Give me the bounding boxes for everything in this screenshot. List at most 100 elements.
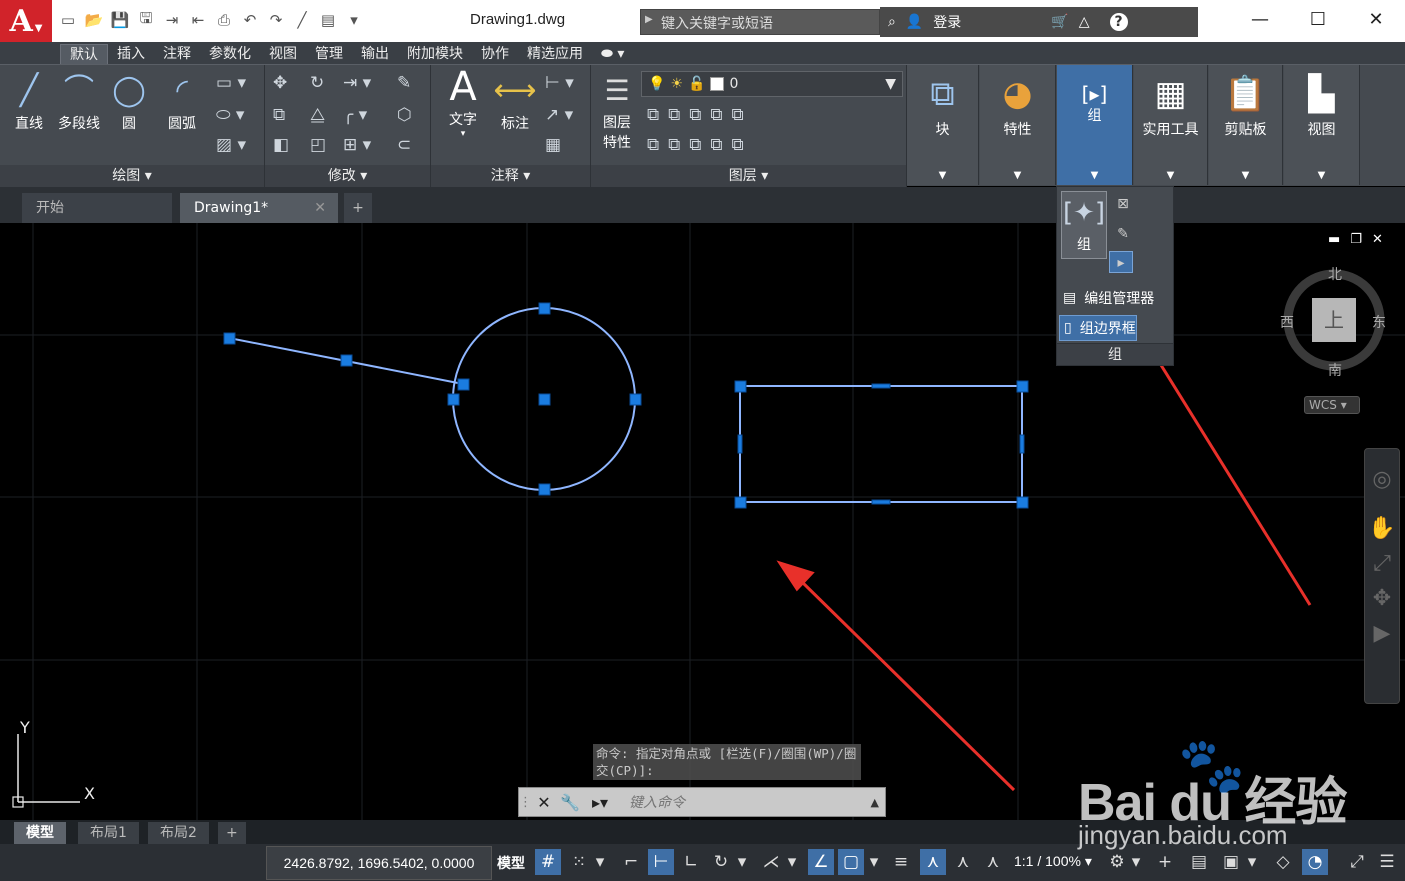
text-tool[interactable]: A 文字 ▾ bbox=[443, 65, 483, 139]
file-tab-drawing1[interactable]: Drawing1* ✕ bbox=[180, 193, 338, 223]
grip-circle-center[interactable] bbox=[538, 393, 551, 406]
viewcube-top-face[interactable]: 上 bbox=[1312, 298, 1356, 342]
tab-collaborate[interactable]: 协作 bbox=[472, 44, 518, 64]
chevron-down-icon[interactable]: ▾ bbox=[734, 849, 750, 875]
chevron-down-icon[interactable]: ▾ bbox=[1244, 849, 1260, 875]
new-tab-icon[interactable]: + bbox=[344, 193, 372, 223]
stretch-icon[interactable]: ◧ bbox=[273, 135, 289, 155]
annotation-visibility-icon[interactable]: ⋏ bbox=[920, 849, 946, 875]
grip-rect-br[interactable] bbox=[1016, 496, 1029, 509]
grip-rect-top-mid[interactable] bbox=[871, 383, 891, 389]
command-input[interactable] bbox=[629, 791, 849, 813]
modify-panel-title[interactable]: 修改 ▾ bbox=[265, 165, 430, 187]
binoculars-icon[interactable]: ⌕ bbox=[888, 14, 896, 30]
grip-rect-right-mid[interactable] bbox=[1019, 434, 1025, 454]
circle-tool[interactable]: ◯ 圆 bbox=[108, 69, 150, 133]
view-button[interactable]: ▙ 视图 ▼ bbox=[1284, 65, 1360, 185]
properties-button[interactable]: ◕ 特性 ▼ bbox=[980, 65, 1056, 185]
chevron-down-icon[interactable]: ▾ bbox=[866, 849, 882, 875]
ellipse-icon[interactable]: ⬭ ▾ bbox=[216, 105, 244, 125]
isodraft-icon[interactable]: ⋌ bbox=[758, 849, 784, 875]
file-tab-start[interactable]: 开始 bbox=[22, 193, 172, 223]
polar-tracking-icon[interactable]: ↻ bbox=[708, 849, 734, 875]
layer-dropdown[interactable]: 💡 ☀ 🔓 0 ▼ bbox=[641, 71, 903, 97]
layer-tools-row2-icon[interactable]: ⧉⧉⧉⧉⧉ bbox=[647, 135, 753, 155]
close-tab-icon[interactable]: ✕ bbox=[314, 193, 326, 223]
offset-icon[interactable]: ⊂ bbox=[397, 135, 411, 155]
plus-icon[interactable]: + bbox=[1152, 849, 1178, 875]
showmotion-icon[interactable]: ▶ bbox=[1365, 621, 1399, 646]
viewcube-north[interactable]: 北 bbox=[1328, 264, 1342, 284]
viewcube-south[interactable]: 南 bbox=[1328, 360, 1342, 380]
export-icon[interactable]: ⇤ bbox=[188, 9, 208, 31]
annotation-scale-icon[interactable]: ⋏ bbox=[980, 849, 1006, 875]
customize-qat-icon[interactable]: ▾ bbox=[344, 9, 364, 31]
layer-properties-tool[interactable]: ☰ 图层 特性 bbox=[595, 69, 639, 153]
wcs-dropdown[interactable]: WCS ▾ bbox=[1304, 396, 1360, 414]
recent-commands-icon[interactable]: ▲ bbox=[871, 796, 879, 809]
grip-line-end[interactable] bbox=[457, 378, 470, 391]
hatch-icon[interactable]: ▨ ▾ bbox=[216, 135, 246, 155]
object-snap-tracking-icon[interactable]: ∠ bbox=[808, 849, 834, 875]
chevron-down-icon[interactable]: ▾ bbox=[1128, 849, 1144, 875]
hardware-acceleration-icon[interactable]: ◔ bbox=[1302, 849, 1328, 875]
ortho-icon[interactable]: ∟ bbox=[678, 849, 704, 875]
mirror-icon[interactable]: ⧋ bbox=[310, 105, 325, 125]
tab-featured-apps[interactable]: 精选应用 bbox=[518, 44, 592, 64]
linear-dim-icon[interactable]: ⊢ ▾ bbox=[545, 73, 574, 93]
chevron-down-icon[interactable]: ▾ bbox=[784, 849, 800, 875]
wrench-icon[interactable]: 🔧 bbox=[557, 793, 583, 812]
new-icon[interactable]: ▭ bbox=[58, 9, 78, 31]
array-icon[interactable]: ⊞ ▾ bbox=[343, 135, 371, 155]
clipboard-button[interactable]: 📋 剪贴板 ▼ bbox=[1209, 65, 1283, 185]
leader-icon[interactable]: ↗ ▾ bbox=[545, 105, 573, 125]
login-link[interactable]: 登录 bbox=[933, 12, 961, 32]
trim-icon[interactable]: ⇥ ▾ bbox=[343, 73, 371, 93]
tab-manage[interactable]: 管理 bbox=[306, 44, 352, 64]
a360-icon[interactable]: △ bbox=[1079, 14, 1090, 30]
group-manager-button[interactable]: ▤ 编组管理器 bbox=[1059, 285, 1154, 311]
tab-parametric[interactable]: 参数化 bbox=[200, 44, 260, 64]
group-big-button[interactable]: [✦] 组 bbox=[1061, 191, 1107, 259]
lock-ui-icon[interactable]: ▣ bbox=[1218, 849, 1244, 875]
steering-wheel-icon[interactable]: ◎ bbox=[1365, 467, 1399, 492]
groups-button[interactable]: [▸] 组 ▼ bbox=[1057, 65, 1133, 185]
customize-menu-icon[interactable]: ☰ bbox=[1374, 849, 1400, 875]
gear-icon[interactable]: ⚙ bbox=[1104, 849, 1130, 875]
annotation-scale-dropdown[interactable]: 1:1 / 100% ▾ bbox=[1014, 853, 1092, 870]
move-icon[interactable]: ✥ bbox=[273, 73, 287, 93]
layer-tools-row1-icon[interactable]: ⧉⧉⧉⧉⧉ bbox=[647, 105, 753, 125]
workspace-icon[interactable]: ▤ bbox=[318, 9, 338, 31]
fullscreen-icon[interactable]: ⤢ bbox=[1344, 849, 1370, 875]
grip-line-mid[interactable] bbox=[340, 354, 353, 367]
maximize-icon[interactable]: ☐ bbox=[1289, 0, 1347, 38]
annotation-panel-title[interactable]: 注释 ▾ bbox=[431, 165, 590, 187]
grip-circle-right[interactable] bbox=[629, 393, 642, 406]
tab-annotate[interactable]: 注释 bbox=[154, 44, 200, 64]
grip-rect-left-mid[interactable] bbox=[737, 434, 743, 454]
grip-rect-bottom-mid[interactable] bbox=[871, 499, 891, 505]
close-icon[interactable]: ✕ bbox=[531, 793, 557, 812]
layout-tab-model[interactable]: 模型 bbox=[14, 822, 66, 844]
pan-icon[interactable]: ✋ bbox=[1365, 516, 1399, 541]
block-button[interactable]: ⧉ 块 ▼ bbox=[907, 65, 979, 185]
polyline-tool[interactable]: ⌒ 多段线 bbox=[54, 69, 104, 133]
group-selection-toggle-icon[interactable]: ▸ bbox=[1109, 251, 1133, 273]
layers-panel-title[interactable]: 图层 ▾ bbox=[591, 165, 906, 187]
add-layout-icon[interactable]: + bbox=[218, 822, 246, 844]
grip-line-start[interactable] bbox=[223, 332, 236, 345]
coordinates-display[interactable]: 2426.8792, 1696.5402, 0.0000 bbox=[266, 846, 492, 880]
save-icon[interactable]: 💾 bbox=[110, 9, 130, 31]
grip-circle-bottom[interactable] bbox=[538, 483, 551, 496]
grid-icon[interactable]: # bbox=[535, 849, 561, 875]
tab-output[interactable]: 输出 bbox=[352, 44, 398, 64]
open-icon[interactable]: 📂 bbox=[84, 9, 104, 31]
layout-tab-1[interactable]: 布局1 bbox=[78, 822, 139, 844]
chevron-down-icon[interactable]: ▾ bbox=[592, 849, 608, 875]
undo-icon[interactable]: ↶ bbox=[240, 9, 260, 31]
grip-circle-top[interactable] bbox=[538, 302, 551, 315]
cart-icon[interactable]: 🛒 bbox=[1051, 14, 1068, 30]
grip-rect-tr[interactable] bbox=[1016, 380, 1029, 393]
quick-properties-icon[interactable]: ▤ bbox=[1186, 849, 1212, 875]
command-prompt-icon[interactable]: ▸▾ bbox=[583, 793, 617, 812]
